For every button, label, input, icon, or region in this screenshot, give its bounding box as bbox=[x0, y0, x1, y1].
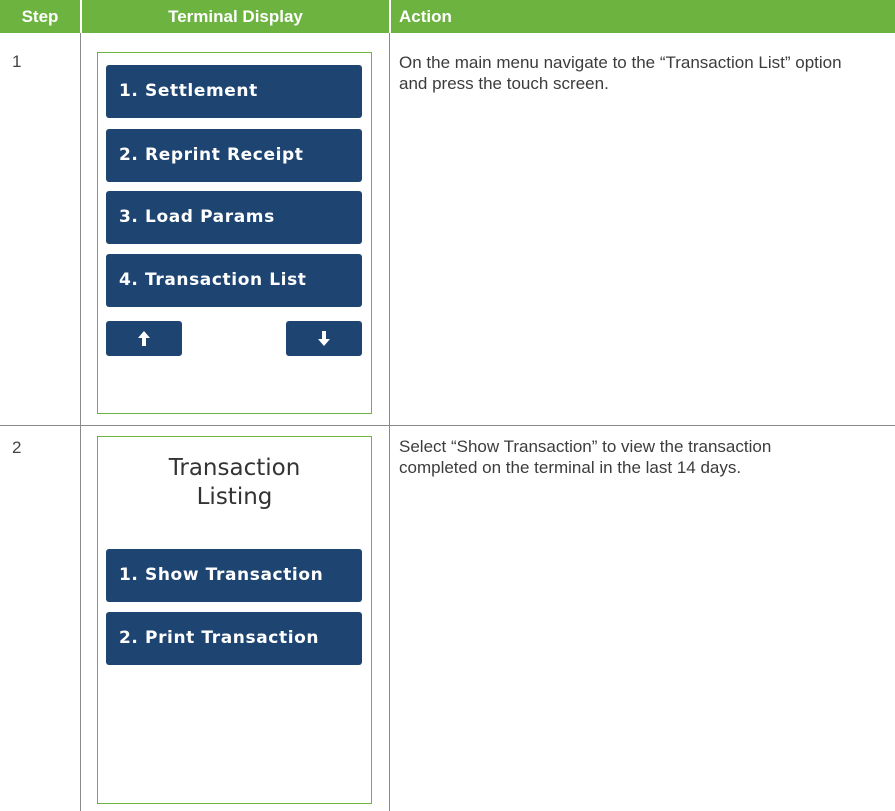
screen-title-line: Transaction bbox=[168, 455, 301, 481]
header-action: Action bbox=[391, 0, 895, 33]
row-divider bbox=[0, 425, 895, 426]
header-terminal-display: Terminal Display bbox=[82, 0, 389, 33]
print-transaction-button[interactable]: 2. Print Transaction bbox=[106, 612, 362, 665]
column-divider bbox=[389, 33, 390, 811]
terminal-screen-main-menu: 1. Settlement 2. Reprint Receipt 3. Load… bbox=[97, 52, 372, 414]
action-text: On the main menu navigate to the “Transa… bbox=[399, 53, 842, 93]
terminal-screen-transaction-listing: Transaction Listing 1. Show Transaction … bbox=[97, 436, 372, 804]
load-params-button[interactable]: 3. Load Params bbox=[106, 191, 362, 244]
reprint-receipt-button[interactable]: 2. Reprint Receipt bbox=[106, 129, 362, 182]
column-divider bbox=[80, 33, 81, 811]
action-text: Select “Show Transaction” to view the tr… bbox=[399, 437, 772, 477]
show-transaction-button[interactable]: 1. Show Transaction bbox=[106, 549, 362, 602]
settlement-button[interactable]: 1. Settlement bbox=[106, 65, 362, 118]
arrow-up-icon bbox=[138, 331, 150, 346]
step-number: 1 bbox=[12, 52, 22, 71]
arrow-down-icon bbox=[318, 331, 330, 346]
header-step: Step bbox=[0, 0, 80, 33]
screen-title-line: Listing bbox=[196, 484, 273, 510]
procedure-table: Step Terminal Display Action 1 1. Settle… bbox=[0, 0, 895, 811]
step-number: 2 bbox=[12, 438, 22, 457]
scroll-down-button[interactable] bbox=[286, 321, 362, 356]
scroll-up-button[interactable] bbox=[106, 321, 182, 356]
transaction-list-button[interactable]: 4. Transaction List bbox=[106, 254, 362, 307]
